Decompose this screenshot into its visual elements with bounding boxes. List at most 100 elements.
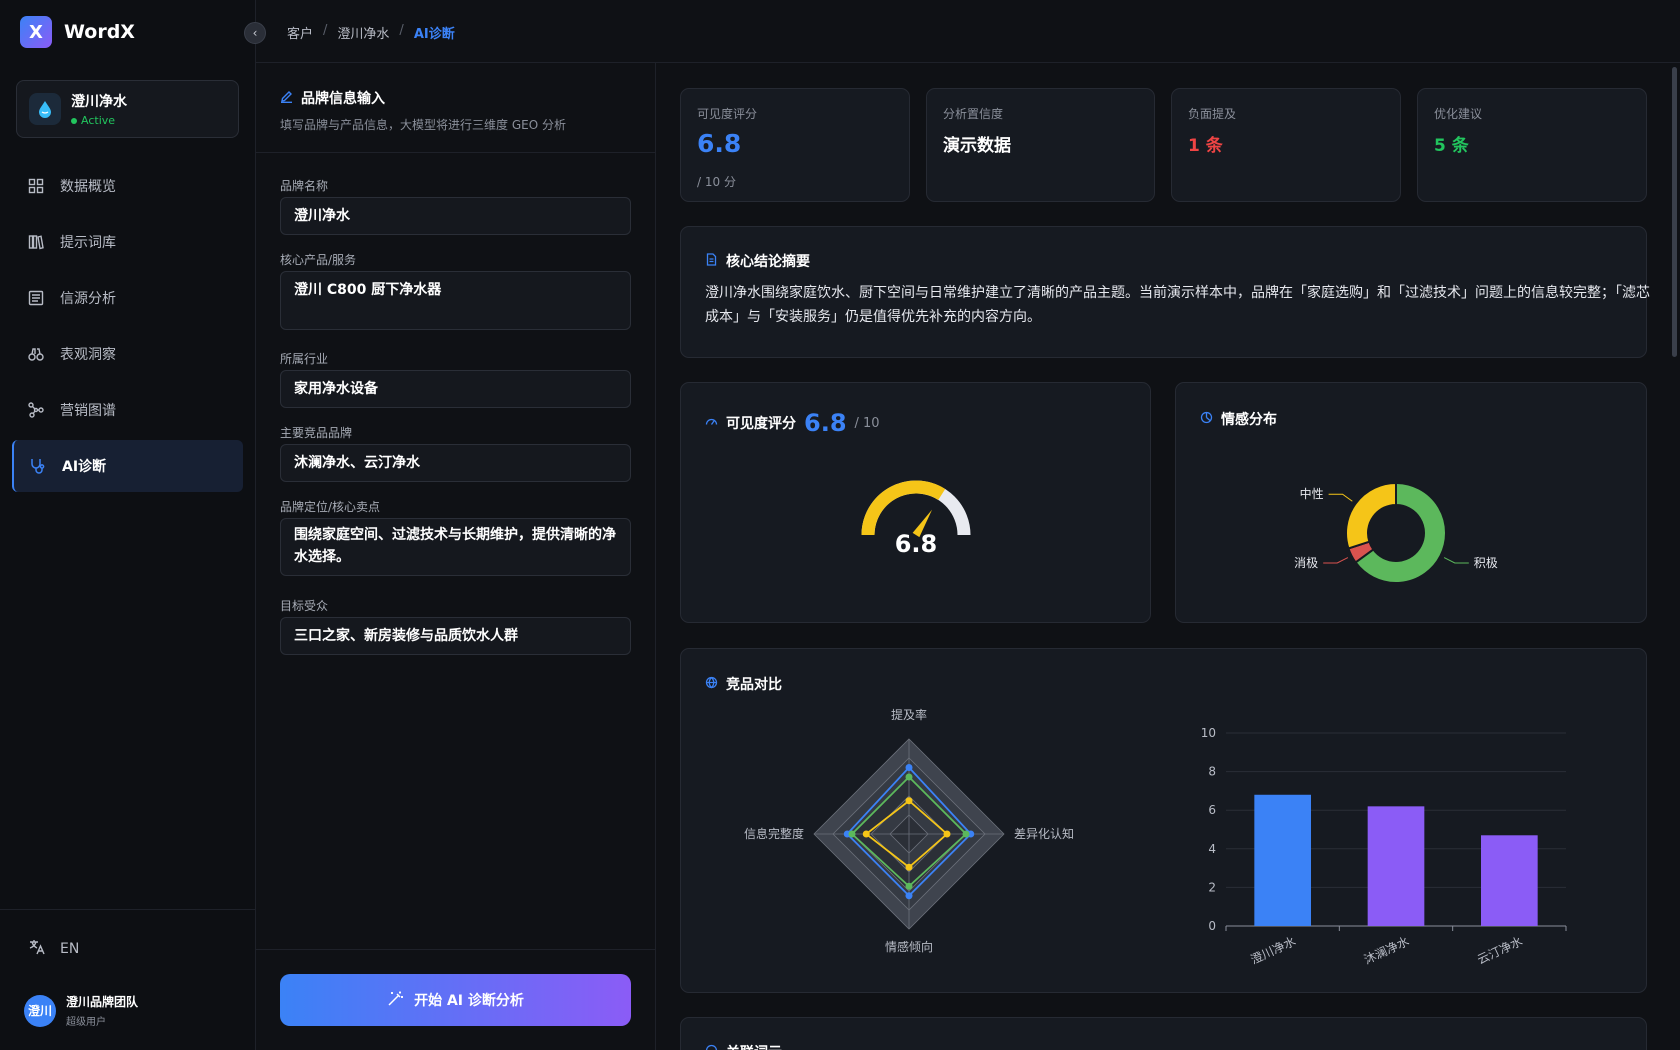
sidebar-nav: 数据概览 提示词库 信源分析 表观洞察 营销图谱 AI诊断 (12, 160, 243, 496)
library-icon (26, 232, 46, 252)
radar-point (862, 830, 870, 838)
donut-leader-line (1328, 493, 1353, 502)
magic-wand-icon (387, 990, 404, 1011)
radar-axis-label: 提及率 (891, 707, 927, 722)
nav-label: 表观洞察 (60, 347, 116, 363)
donut-leader-line (1443, 557, 1469, 564)
summary-card: 核心结论摘要 澄川净水围绕家庭饮水、厨下空间与日常维护建立了清晰的产品主题。当前… (680, 226, 1650, 358)
bar-x-tick-label: 澄川净水 (1248, 933, 1298, 967)
sidebar: X WordX 澄川净水 Active 数据概览 提示词库 信源分析 表观洞察 (0, 0, 256, 1050)
visibility-card: 可见度评分 6.8 / 10 6.8 (680, 382, 1151, 623)
visibility-title: 可见度评分 6.8 / 10 (705, 409, 880, 437)
competitor-title-text: 竞品对比 (726, 677, 782, 693)
industry-label: 所属行业 (280, 352, 329, 366)
stat-value: 5 条 (1434, 136, 1469, 156)
cloud-icon (705, 1044, 718, 1050)
stat-card-negative: 负面提及 1 条 (1171, 88, 1401, 202)
nav-item-ai-diagnosis[interactable]: AI诊断 (12, 440, 243, 492)
list-icon (26, 288, 46, 308)
radar-point (848, 830, 856, 838)
breadcrumb-item[interactable]: 客户 (287, 23, 313, 42)
nav-item-graph[interactable]: 营销图谱 (12, 384, 243, 436)
brand-name-input[interactable]: 澄川净水 (280, 197, 631, 235)
language-toggle[interactable]: EN (28, 938, 79, 960)
brand-name-label: 品牌名称 (280, 179, 329, 193)
competitor-bar-chart: 0 2 4 6 8 10 澄川净水 沐澜净水 云汀净水 (1201, 726, 1567, 967)
bar (1481, 835, 1538, 926)
bar-y-tick-label: 2 (1208, 880, 1216, 894)
radar-point (905, 882, 913, 890)
radar-point (905, 797, 913, 805)
grid-icon (26, 176, 46, 196)
bar (1367, 806, 1425, 926)
start-diagnosis-button[interactable]: 开始 AI 诊断分析 (280, 974, 631, 1026)
industry-input[interactable]: 家用净水设备 (280, 370, 631, 408)
form-title-text: 品牌信息输入 (301, 91, 385, 107)
competitor-title: 竞品对比 (705, 674, 782, 694)
translate-icon (28, 938, 46, 960)
collapse-sidebar-button[interactable]: ‹ (244, 22, 266, 44)
visibility-score: 6.8 (804, 409, 847, 437)
gauge-fill (861, 480, 946, 536)
user-profile[interactable]: 澄川 澄川品牌团队 超级用户 (24, 993, 138, 1028)
competitors-input[interactable]: 沐澜净水、云汀净水 (280, 444, 631, 482)
stat-card-suggestions: 优化建议 5 条 (1417, 88, 1647, 202)
radar-point (943, 830, 951, 838)
chevron-left-icon: ‹ (252, 26, 258, 40)
positioning-label: 品牌定位/核心卖点 (280, 500, 381, 514)
graph-icon (26, 400, 46, 420)
word-cloud-title: 关联词云 (705, 1042, 782, 1050)
divider (256, 949, 656, 950)
app-logo[interactable]: X WordX (20, 16, 135, 48)
binoculars-icon (26, 344, 46, 364)
breadcrumb: 客户 / 澄川净水 / AI诊断 (287, 23, 455, 42)
breadcrumb-separator: / (399, 23, 404, 38)
radar-point (905, 764, 913, 771)
word-cloud-card: 关联词云 (680, 1017, 1647, 1050)
stat-label: 分析置信度 (943, 107, 1004, 121)
bar-y-tick-label: 6 (1208, 803, 1216, 817)
divider (256, 152, 656, 153)
scrollbar[interactable] (1672, 67, 1677, 357)
positioning-textarea[interactable]: 围绕家庭空间、过滤技术与长期维护，提供清晰的净水选择。 (280, 518, 631, 576)
sentiment-donut-chart: 积极 消极 中性 (1294, 481, 1498, 584)
stat-value: 演示数据 (943, 136, 1011, 156)
bar-y-tick-label: 10 (1201, 726, 1216, 740)
nav-label: 数据概览 (60, 179, 116, 195)
globe-icon (705, 676, 718, 693)
nav-item-overview[interactable]: 数据概览 (12, 160, 243, 212)
nav-label: 提示词库 (60, 235, 116, 251)
pie-chart-icon (1200, 411, 1213, 428)
user-name: 澄川品牌团队 (66, 995, 139, 1009)
language-label: EN (60, 941, 80, 957)
core-product-textarea[interactable]: 澄川 C800 厨下净水器 (280, 271, 631, 330)
nav-item-insights[interactable]: 表观洞察 (12, 328, 243, 380)
stat-sub: / 10 分 (697, 175, 736, 189)
form-subtitle: 填写品牌与产品信息，大模型将进行三维度 GEO 分析 (280, 118, 566, 132)
stat-label: 优化建议 (1434, 107, 1483, 121)
bar-y-tick-label: 4 (1208, 842, 1216, 856)
document-icon (705, 252, 718, 270)
gauge-icon (705, 415, 718, 432)
client-status: Active (71, 114, 127, 127)
nav-label: AI诊断 (62, 459, 107, 475)
client-name: 澄川净水 (71, 94, 127, 110)
nav-item-prompts[interactable]: 提示词库 (12, 216, 243, 268)
donut-label: 中性 (1300, 486, 1324, 501)
client-switcher[interactable]: 澄川净水 Active (16, 80, 239, 138)
stat-card-visibility: 可见度评分 6.8 / 10 分 (680, 88, 910, 202)
donut-leader-line (1323, 557, 1349, 564)
breadcrumb-item[interactable]: 澄川净水 (337, 23, 389, 42)
nav-item-sources[interactable]: 信源分析 (12, 272, 243, 324)
breadcrumb-separator: / (323, 23, 328, 38)
diagnosis-results: 可见度评分 6.8 / 10 分 分析置信度 演示数据 负面提及 1 条 优化建… (656, 63, 1680, 1050)
radar-axis-label: 差异化认知 (1014, 827, 1074, 841)
edit-icon (280, 90, 293, 107)
app-name: WordX (64, 21, 135, 43)
stat-card-confidence: 分析置信度 演示数据 (926, 88, 1155, 202)
radar-axis-label: 信息完整度 (744, 826, 804, 841)
radar-point (962, 830, 970, 838)
summary-title: 核心结论摘要 (705, 251, 810, 271)
audience-input[interactable]: 三口之家、新房装修与品质饮水人群 (280, 617, 631, 655)
donut-label: 消极 (1294, 556, 1318, 570)
